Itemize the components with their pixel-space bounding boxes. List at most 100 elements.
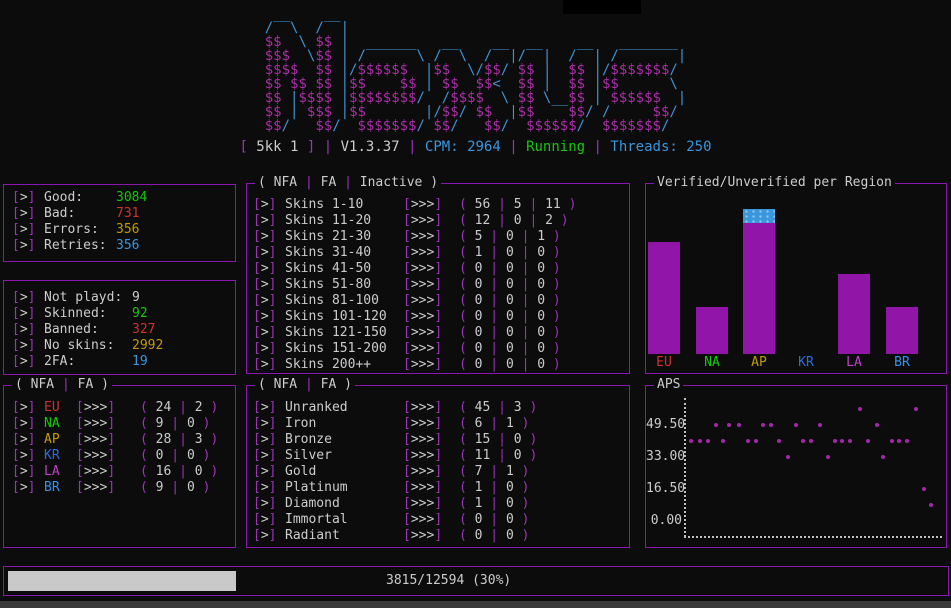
- row-values: ( 9 | 0 ): [140, 480, 210, 496]
- arrows-marker: [>>>]: [403, 400, 447, 416]
- row-label: Gold: [285, 464, 403, 480]
- row-marker: [>]: [253, 416, 285, 432]
- row-marker: [>]: [12, 448, 44, 464]
- scatter-point: [689, 439, 693, 443]
- table-row: [>]Good:3084: [12, 190, 235, 206]
- bar-ap-unverified: [743, 209, 775, 223]
- check-stats-panel: [>]Good:3084[>]Bad:731[>]Errors:356[>]Re…: [3, 184, 236, 262]
- row-marker: [>]: [253, 432, 285, 448]
- row-marker: [>]: [253, 325, 285, 341]
- row-value: 3084: [116, 190, 147, 206]
- row-marker: [>]: [253, 512, 285, 528]
- row-label: Errors:: [44, 222, 116, 238]
- scatter-point: [714, 423, 718, 427]
- bar-ap-verified: [743, 223, 775, 354]
- table-row: [>]Skins 151-200[>>>]( 0 | 0 | 0 ): [253, 341, 629, 357]
- account-stats-panel: [>]Not playd:9[>]Skinned:92[>]Banned:327…: [3, 280, 236, 375]
- row-label: Silver: [285, 448, 403, 464]
- scatter-point: [897, 439, 901, 443]
- x-axis-line: [684, 536, 942, 538]
- row-label: Radiant: [285, 528, 403, 544]
- bar-br-verified: [886, 307, 918, 354]
- row-marker: [>]: [12, 322, 44, 338]
- arrows-marker: [>>>]: [403, 448, 447, 464]
- row-marker: [>]: [12, 238, 44, 254]
- table-row: [>]Platinum[>>>]( 1 | 0 ): [253, 480, 629, 496]
- bar-label-br: BR: [886, 355, 918, 371]
- table-row: [>]Skins 101-120[>>>]( 0 | 0 | 0 ): [253, 309, 629, 325]
- bottom-scrollbar-strip: [0, 601, 951, 608]
- status-line: [ 5kk 1 ] | V1.3.37 | CPM: 2964 | Runnin…: [0, 139, 951, 155]
- table-row: [>]Diamond[>>>]( 1 | 0 ): [253, 496, 629, 512]
- table-row: [>]Banned:327: [12, 322, 235, 338]
- arrows-marker: [>>>]: [76, 480, 120, 496]
- arrows-marker: [>>>]: [403, 277, 447, 293]
- region-code: AP: [44, 432, 76, 448]
- row-values: ( 0 | 0 ): [459, 528, 529, 544]
- row-values: ( 1 | 0 | 0 ): [459, 245, 561, 261]
- row-values: ( 0 | 0 | 0 ): [459, 325, 561, 341]
- check-stats-rows: [>]Good:3084[>]Bad:731[>]Errors:356[>]Re…: [4, 185, 235, 254]
- row-marker: [>]: [253, 261, 285, 277]
- row-values: ( 0 | 0 | 0 ): [459, 261, 561, 277]
- progress-panel: 3815/12594 (30%): [3, 566, 949, 596]
- region-code: LA: [44, 464, 76, 480]
- row-marker: [>]: [253, 309, 285, 325]
- scatter-point: [801, 439, 805, 443]
- scatter-point: [794, 423, 798, 427]
- ranks-panel: ( NFA | FA ) [>]Unranked[>>>]( 45 | 3 )[…: [246, 385, 630, 548]
- row-marker: [>]: [12, 306, 44, 322]
- row-values: ( 9 | 0 ): [140, 416, 210, 432]
- table-row: [>]Errors:356: [12, 222, 235, 238]
- region-code: NA: [44, 416, 76, 432]
- arrows-marker: [>>>]: [76, 432, 120, 448]
- table-row: [>]NA[>>>]( 9 | 0 ): [12, 416, 235, 432]
- arrows-marker: [>>>]: [403, 480, 447, 496]
- row-values: ( 0 | 0 | 0 ): [459, 309, 561, 325]
- y-tick-label: 0.00: [646, 513, 682, 529]
- row-marker: [>]: [253, 496, 285, 512]
- row-value: 92: [132, 306, 148, 322]
- scatter-point: [727, 423, 731, 427]
- scatter-point: [929, 503, 933, 507]
- scatter-point: [826, 455, 830, 459]
- table-row: [>]Skins 11-20[>>>]( 12 | 0 | 2 ): [253, 213, 629, 229]
- bar-na-verified: [696, 307, 728, 354]
- arrows-marker: [>>>]: [403, 341, 447, 357]
- scatter-point: [881, 455, 885, 459]
- row-marker: [>]: [253, 293, 285, 309]
- scatter-point: [866, 439, 870, 443]
- arrows-marker: [>>>]: [76, 464, 120, 480]
- regions-rows: [>]EU[>>>]( 24 | 2 )[>]NA[>>>]( 9 | 0 )[…: [4, 386, 235, 496]
- row-label: Skins 31-40: [285, 245, 403, 261]
- bar-la-verified: [838, 274, 870, 354]
- table-row: [>]Skins 200++[>>>]( 0 | 0 | 0 ): [253, 357, 629, 373]
- bar-label-na: NA: [696, 355, 728, 371]
- scatter-point: [769, 423, 773, 427]
- table-row: [>]Skins 31-40[>>>]( 1 | 0 | 0 ): [253, 245, 629, 261]
- row-values: ( 28 | 3 ): [140, 432, 218, 448]
- arrows-marker: [>>>]: [403, 325, 447, 341]
- table-row: [>]EU[>>>]( 24 | 2 ): [12, 400, 235, 416]
- row-label: Skins 200++: [285, 357, 403, 373]
- scatter-point: [786, 455, 790, 459]
- row-label: Retries:: [44, 238, 116, 254]
- row-marker: [>]: [12, 416, 44, 432]
- region-bar-chart-panel: Verified/Unverified per Region EUNAAPKRL…: [645, 183, 947, 374]
- row-marker: [>]: [12, 464, 44, 480]
- row-values: ( 16 | 0 ): [140, 464, 218, 480]
- aps-scatter-chart: 49.5033.0016.500.00: [646, 386, 946, 547]
- table-row: [>]Gold[>>>]( 7 | 1 ): [253, 464, 629, 480]
- table-row: [>]Bronze[>>>]( 15 | 0 ): [253, 432, 629, 448]
- row-label: Skins 51-80: [285, 277, 403, 293]
- row-marker: [>]: [253, 480, 285, 496]
- row-marker: [>]: [253, 448, 285, 464]
- bar-label-la: LA: [838, 355, 870, 371]
- terminal-screen: __ __ / \ / | $$ \ $$ | ______ __ __ __ …: [0, 0, 951, 608]
- table-row: [>]Skins 21-30[>>>]( 5 | 0 | 1 ): [253, 229, 629, 245]
- row-marker: [>]: [12, 480, 44, 496]
- scatter-point: [761, 423, 765, 427]
- table-row: [>]Not playd:9: [12, 290, 235, 306]
- table-row: [>]KR[>>>]( 0 | 0 ): [12, 448, 235, 464]
- row-label: No skins:: [44, 338, 132, 354]
